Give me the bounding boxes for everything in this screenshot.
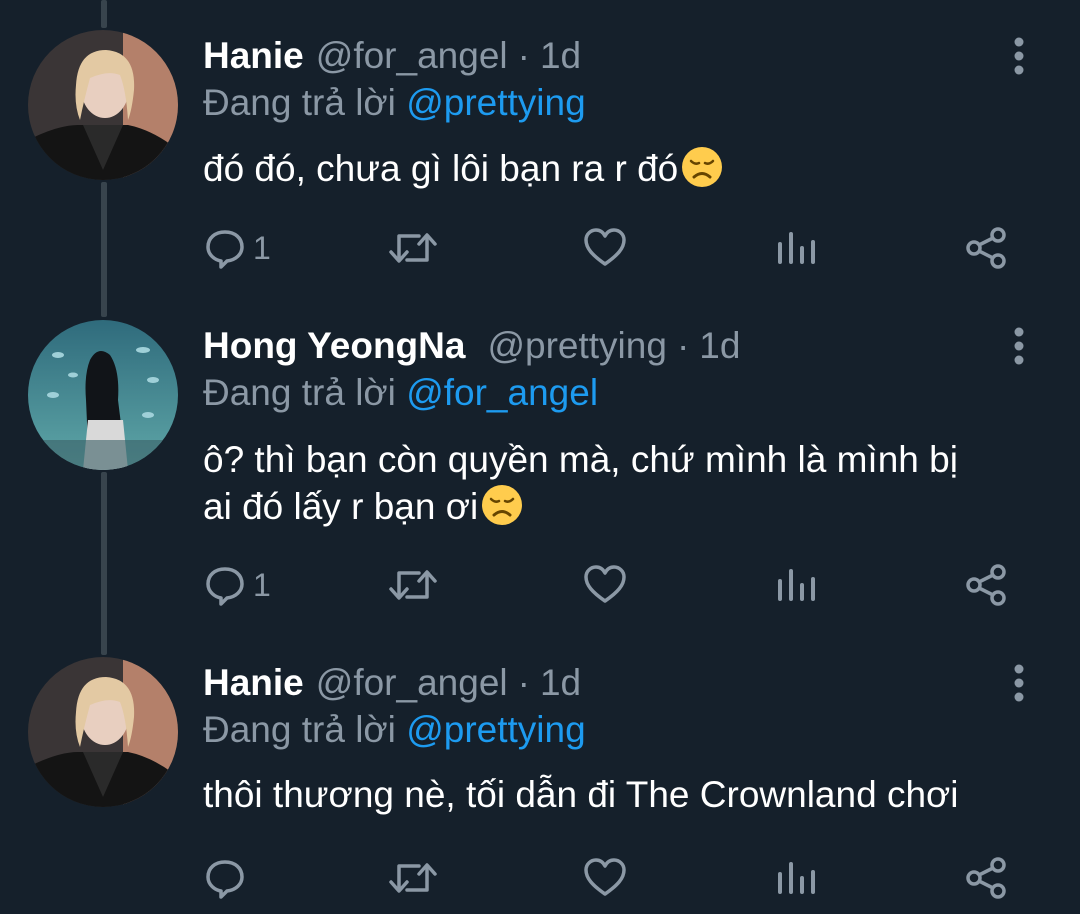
- disappointed-face-icon: [682, 147, 723, 187]
- tweet-text-line: thôi thương nè, tối dẫn đi The Crownland…: [203, 774, 959, 815]
- author-handle[interactable]: @prettying: [487, 325, 666, 367]
- share-button[interactable]: [964, 561, 1008, 609]
- retweet-icon: [389, 863, 437, 893]
- analytics-button[interactable]: [776, 854, 816, 902]
- retweet-icon: [389, 570, 437, 600]
- share-button[interactable]: [964, 224, 1008, 272]
- reply-button[interactable]: 1: [203, 561, 271, 609]
- avatar-aquarium-person-icon: [28, 320, 178, 470]
- tweet-text-line: đó đó, chưa gì lôi bạn ra r đó: [203, 148, 679, 189]
- author-name[interactable]: Hanie: [203, 35, 304, 77]
- author-handle[interactable]: @for_angel: [316, 662, 508, 704]
- author-name[interactable]: Hanie: [203, 662, 304, 704]
- retweet-button[interactable]: [385, 561, 441, 609]
- like-button[interactable]: [582, 224, 628, 272]
- reply-icon: [206, 230, 244, 269]
- share-icon: [966, 857, 1006, 899]
- separator-dot: ·: [517, 35, 530, 76]
- reply-button[interactable]: 1: [203, 224, 271, 272]
- tweet-text-line: ai đó lấy r bạn ơi: [203, 486, 479, 527]
- like-icon: [584, 565, 626, 603]
- more-options-icon[interactable]: [1008, 36, 1030, 76]
- replying-to-label: Đang trả lời: [203, 709, 396, 750]
- avatar-blonde-person-icon: [28, 657, 178, 807]
- like-button[interactable]: [582, 854, 628, 902]
- timestamp[interactable]: 1d: [699, 325, 740, 367]
- analytics-button[interactable]: [776, 224, 816, 272]
- replying-to: Đang trả lời @prettying: [203, 709, 586, 751]
- replying-to: Đang trả lời @prettying: [203, 82, 586, 124]
- disappointed-face-icon: [482, 485, 523, 525]
- avatar[interactable]: [28, 320, 178, 470]
- reply-count: 1: [253, 229, 271, 266]
- retweet-icon: [389, 233, 437, 263]
- avatar-blonde-person-icon: [28, 30, 178, 180]
- thread-line: [101, 0, 107, 28]
- separator-dot: ·: [517, 662, 530, 703]
- more-options-icon[interactable]: [1008, 326, 1030, 366]
- retweet-button[interactable]: [385, 854, 441, 902]
- replying-to: Đang trả lời @for_angel: [203, 372, 598, 414]
- avatar[interactable]: [28, 657, 178, 807]
- tweet-text: thôi thương nè, tối dẫn đi The Crownland…: [203, 771, 1043, 818]
- replying-to-label: Đang trả lời: [203, 82, 396, 123]
- separator-dot: ·: [676, 325, 690, 366]
- analytics-icon: [778, 569, 815, 601]
- timestamp[interactable]: 1d: [540, 662, 581, 704]
- share-button[interactable]: [964, 854, 1008, 902]
- like-icon: [584, 228, 626, 266]
- reply-icon: [206, 860, 244, 899]
- tweet-text-line: ô? thì bạn còn quyền mà, chứ mình là mìn…: [203, 439, 958, 480]
- share-icon: [966, 564, 1006, 606]
- reply-count: 1: [253, 566, 271, 603]
- mention-link[interactable]: @prettying: [406, 709, 585, 750]
- replying-to-label: Đang trả lời: [203, 372, 396, 413]
- reply-icon: [206, 567, 244, 606]
- retweet-button[interactable]: [385, 224, 441, 272]
- mention-link[interactable]: @for_angel: [406, 372, 598, 413]
- mention-link[interactable]: @prettying: [406, 82, 585, 123]
- like-button[interactable]: [582, 561, 628, 609]
- analytics-icon: [778, 232, 815, 264]
- like-icon: [584, 858, 626, 896]
- tweet-text: ô? thì bạn còn quyền mà, chứ mình là mìn…: [203, 436, 1043, 530]
- author-name[interactable]: Hong YeongNa: [203, 325, 465, 367]
- more-options-icon[interactable]: [1008, 663, 1030, 703]
- tweet-text: đó đó, chưa gì lôi bạn ra r đó: [203, 145, 1043, 192]
- reply-button[interactable]: [203, 854, 247, 902]
- author-handle[interactable]: @for_angel: [316, 35, 508, 77]
- avatar[interactable]: [28, 30, 178, 180]
- timestamp[interactable]: 1d: [540, 35, 581, 77]
- analytics-icon: [778, 862, 815, 894]
- share-icon: [966, 227, 1006, 269]
- analytics-button[interactable]: [776, 561, 816, 609]
